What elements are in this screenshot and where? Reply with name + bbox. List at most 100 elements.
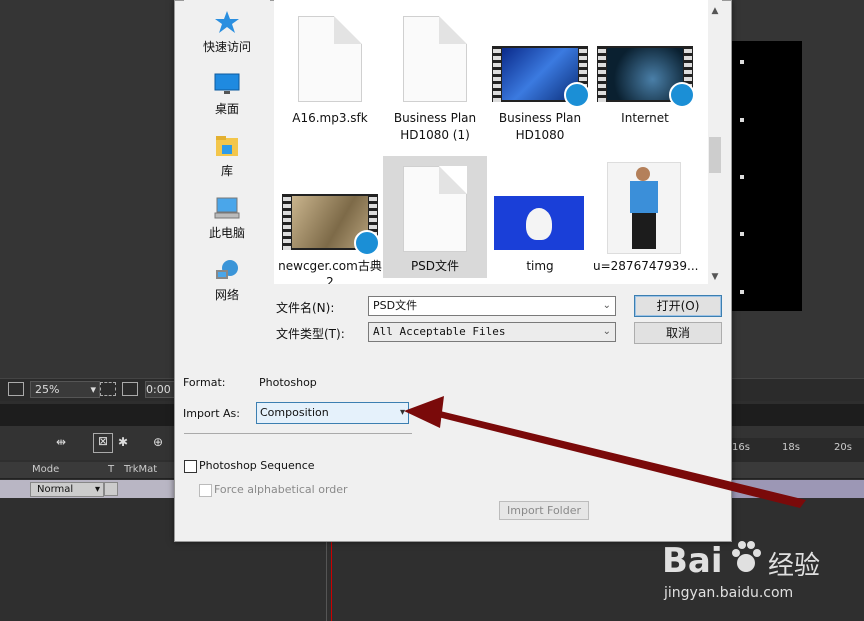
file-item[interactable]: Business Plan HD1080 (1) — [383, 4, 487, 142]
guide-dot — [740, 175, 744, 179]
timeline-guide-line — [326, 540, 327, 621]
desktop-icon — [214, 73, 240, 94]
force-alphabetical-label: Force alphabetical order — [214, 483, 348, 496]
chevron-down-icon: ▾ — [399, 407, 405, 418]
document-icon — [403, 16, 467, 102]
region-of-interest-icon[interactable] — [8, 382, 24, 396]
grid-icon[interactable] — [100, 382, 116, 396]
draft-3d-icon[interactable]: ⇹ — [56, 435, 74, 451]
place-label: 此电脑 — [208, 226, 245, 240]
open-button[interactable]: 打开(O) — [634, 295, 722, 317]
frame-blending-icon[interactable]: ⊕ — [153, 435, 171, 451]
file-name-line2: HD1080 — [515, 128, 565, 142]
place-label: 快速访问 — [202, 40, 251, 54]
layer-duration-bar[interactable] — [730, 480, 864, 498]
person-shirt — [630, 181, 658, 213]
photoshop-sequence-checkbox[interactable] — [184, 460, 197, 473]
import-as-select[interactable]: Composition ▾ — [256, 402, 409, 424]
person-pants — [632, 213, 656, 249]
current-time-field[interactable]: 0:00 — [145, 381, 177, 398]
comp-flowchart-icon[interactable]: ⊠ — [93, 433, 113, 453]
file-item[interactable]: newcger.com古典 2 — [278, 156, 382, 284]
watermark-brand2: 经验 — [768, 551, 821, 581]
baidu-watermark: Bai 经验 jingyan.baidu.com — [660, 535, 860, 615]
star-icon — [215, 11, 239, 33]
file-name: Business Plan — [498, 111, 582, 125]
media-player-icon — [669, 82, 695, 108]
import-as-value: Composition — [260, 406, 329, 419]
import-folder-button[interactable]: Import Folder — [499, 501, 589, 520]
blend-mode-select[interactable]: Normal ▾ — [30, 482, 104, 497]
cat-figure — [526, 208, 552, 240]
guide-dot — [740, 118, 744, 122]
file-name: Business Plan — [393, 111, 477, 125]
file-list[interactable]: A16.mp3.sfk Business Plan HD1080 (1) Bus… — [274, 0, 708, 284]
document-icon — [403, 166, 467, 252]
place-quick-access[interactable]: 快速访问 — [184, 10, 270, 55]
filename-value: PSD文件 — [373, 299, 418, 312]
playhead-line[interactable] — [331, 540, 332, 621]
watermark-brand: Bai — [662, 541, 723, 581]
file-name: newcger.com古典 — [278, 259, 382, 273]
filetype-value: All Acceptable Files — [373, 325, 506, 338]
chevron-down-icon: ▾ — [90, 383, 96, 396]
file-item[interactable]: Business Plan HD1080 — [488, 4, 592, 142]
file-name: Internet — [621, 111, 669, 125]
image-thumbnail — [494, 196, 584, 250]
place-network[interactable]: 网络 — [184, 258, 270, 303]
file-item[interactable]: A16.mp3.sfk — [278, 4, 382, 126]
time-ruler[interactable]: 16s 18s 20s — [730, 438, 864, 462]
cancel-button[interactable]: 取消 — [634, 322, 722, 344]
computer-icon — [214, 197, 240, 219]
file-name-line2: 2 — [326, 275, 334, 284]
film-strip — [493, 46, 501, 102]
guide-dot — [740, 232, 744, 236]
place-this-pc[interactable]: 此电脑 — [184, 196, 270, 241]
separator — [184, 433, 412, 434]
file-item[interactable]: Internet — [593, 4, 697, 126]
place-label: 桌面 — [214, 102, 239, 116]
file-item[interactable]: u=2876747939... — [593, 156, 699, 278]
library-icon — [216, 136, 238, 156]
filename-label: 文件名(N): — [276, 301, 335, 315]
filetype-label: 文件类型(T): — [276, 327, 345, 341]
media-player-icon — [564, 82, 590, 108]
filename-input[interactable]: PSD文件 ⌄ — [368, 296, 616, 316]
network-icon — [216, 260, 238, 279]
filetype-select[interactable]: All Acceptable Files ⌄ — [368, 322, 616, 342]
chevron-down-icon[interactable]: ⌄ — [603, 297, 611, 315]
track-matte-box[interactable] — [104, 482, 118, 496]
file-name: PSD文件 — [410, 259, 460, 273]
place-label: 库 — [220, 164, 233, 178]
file-name-line2: HD1080 (1) — [400, 128, 470, 142]
time-tick: 18s — [782, 442, 800, 453]
zoom-select[interactable]: 25% ▾ — [30, 381, 100, 398]
force-alphabetical-checkbox[interactable] — [199, 484, 212, 497]
scroll-thumb[interactable] — [709, 137, 721, 173]
file-item[interactable]: timg — [488, 156, 592, 278]
guide-dot — [740, 290, 744, 294]
mode-column: Mode — [32, 464, 60, 475]
scroll-up-icon[interactable]: ▲ — [708, 4, 722, 18]
zoom-value: 25% — [35, 383, 60, 396]
place-library[interactable]: 库 — [184, 134, 270, 179]
file-name: timg — [526, 259, 554, 273]
chevron-down-icon: ▾ — [94, 484, 100, 495]
photoshop-sequence-label: Photoshop Sequence — [199, 459, 315, 472]
format-label: Format: — [183, 376, 226, 389]
shy-layers-icon[interactable]: ✱ — [118, 435, 136, 451]
paw-icon — [732, 541, 761, 572]
place-label: 网络 — [214, 288, 239, 302]
media-player-icon — [354, 230, 380, 256]
file-item-selected[interactable]: PSD文件 — [383, 156, 487, 278]
import-as-label: Import As: — [183, 407, 240, 420]
person-head — [636, 167, 650, 181]
watermark-url: jingyan.baidu.com — [664, 585, 794, 601]
blend-mode-value: Normal — [37, 484, 74, 495]
mask-toggle-icon[interactable] — [122, 382, 138, 396]
chevron-down-icon: ⌄ — [602, 326, 611, 337]
scroll-down-icon[interactable]: ▼ — [708, 270, 722, 284]
t-column: T — [108, 464, 115, 475]
place-desktop[interactable]: 桌面 — [184, 72, 270, 117]
file-name: u=2876747939... — [593, 259, 699, 273]
